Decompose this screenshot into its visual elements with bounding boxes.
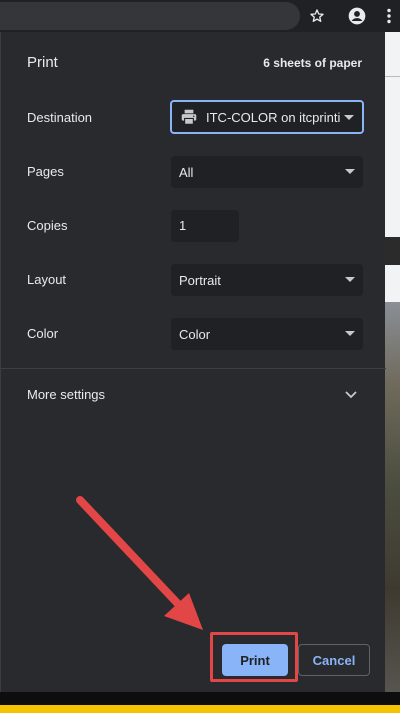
dialog-title: Print (27, 54, 58, 71)
chevron-down-icon (345, 331, 355, 336)
page-banner (385, 237, 400, 265)
printer-icon (180, 109, 198, 125)
browser-toolbar (0, 0, 400, 32)
color-select[interactable]: Color (171, 318, 363, 350)
layout-select[interactable]: Portrait (171, 264, 363, 296)
pages-select[interactable]: All (171, 156, 363, 188)
page-divider (385, 76, 400, 77)
destination-label: Destination (27, 110, 93, 125)
chevron-down-icon[interactable] (344, 387, 358, 401)
copies-label: Copies (27, 218, 68, 233)
account-icon[interactable] (347, 6, 367, 26)
layout-value: Portrait (179, 272, 221, 288)
more-settings-toggle[interactable]: More settings (27, 387, 105, 402)
sheet-count: 6 sheets of paper (263, 56, 362, 70)
section-divider (1, 368, 386, 369)
destination-value: ITC-COLOR on itcprinti (206, 109, 341, 125)
destination-select[interactable]: ITC-COLOR on itcprinti (170, 100, 364, 134)
chevron-down-icon (345, 277, 355, 282)
menu-dots-icon[interactable] (379, 6, 399, 26)
pages-value: All (179, 164, 194, 180)
background-page (385, 32, 400, 712)
chevron-down-icon (344, 115, 354, 120)
address-bar[interactable] (0, 2, 300, 30)
pages-label: Pages (27, 164, 64, 179)
print-dialog: Print 6 sheets of paper Destination ITC-… (0, 32, 386, 692)
cancel-button[interactable]: Cancel (298, 644, 370, 676)
color-label: Color (27, 326, 59, 341)
layout-label: Layout (27, 272, 67, 287)
taskbar-accent (0, 705, 400, 713)
color-value: Color (179, 326, 211, 342)
star-icon[interactable] (307, 6, 327, 26)
chevron-down-icon (345, 169, 355, 174)
taskbar (0, 692, 400, 705)
page-photo (385, 302, 400, 712)
copies-input[interactable]: 1 (171, 210, 239, 242)
print-button-highlight (210, 632, 298, 682)
